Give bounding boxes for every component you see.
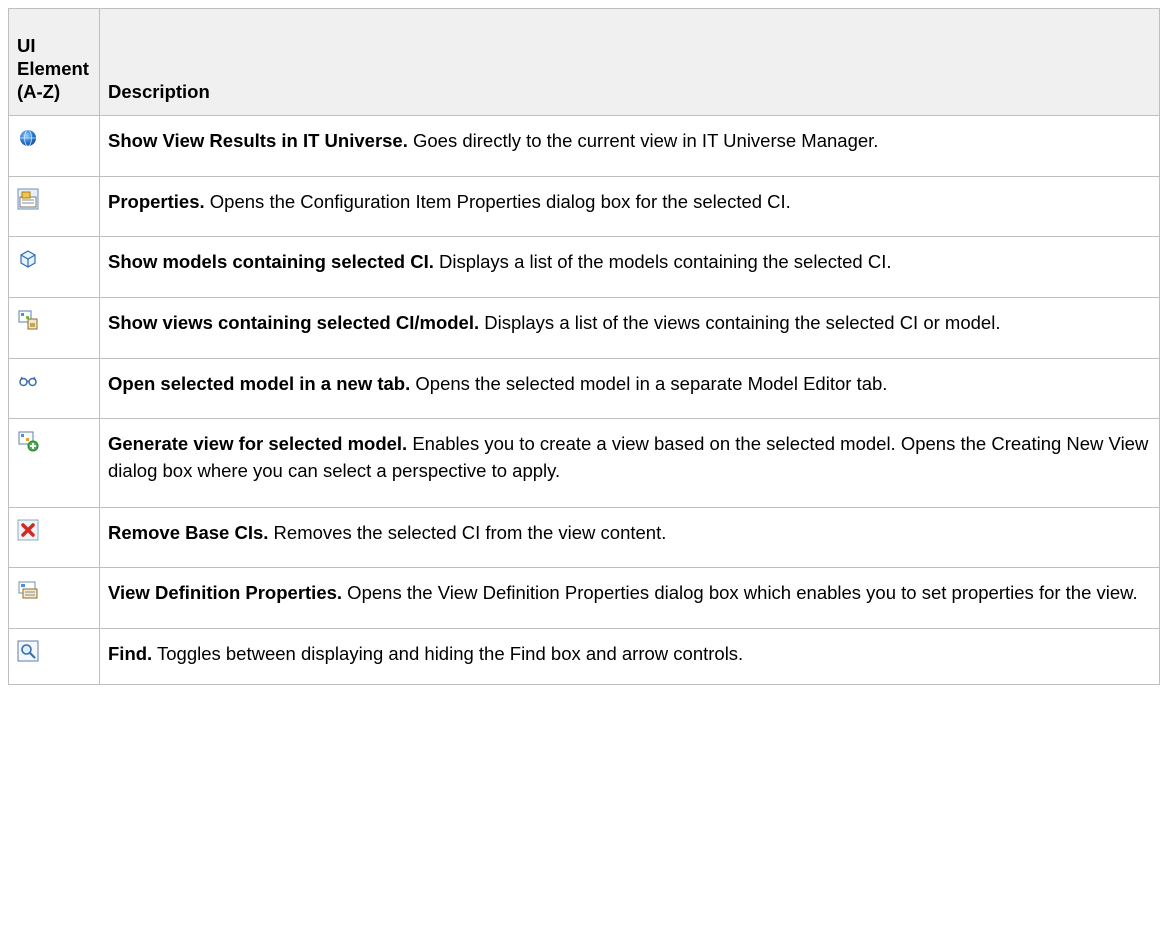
row-name: Remove Base CIs.	[108, 522, 269, 543]
row-name: Show models containing selected CI.	[108, 251, 434, 272]
row-text: Opens the Configuration Item Properties …	[204, 191, 791, 212]
table-row: Open selected model in a new tab. Opens …	[8, 358, 1160, 419]
header-row: UI Element (A-Z) Description	[8, 8, 1160, 116]
remove-icon	[17, 519, 39, 541]
find-icon	[17, 640, 39, 662]
glasses-icon	[17, 370, 39, 392]
row-name: Show View Results in IT Universe.	[108, 130, 408, 151]
row-text: Opens the selected model in a separate M…	[410, 373, 888, 394]
row-text: Displays a list of the views containing …	[479, 312, 1001, 333]
row-text: Toggles between displaying and hiding th…	[152, 643, 744, 664]
row-text: Goes directly to the current view in IT …	[407, 130, 879, 151]
globe-icon	[17, 127, 39, 149]
properties-icon	[17, 188, 39, 210]
row-name: Open selected model in a new tab.	[108, 373, 411, 394]
table-row: Properties. Opens the Configuration Item…	[8, 176, 1160, 237]
view-definition-icon	[17, 579, 39, 601]
views-icon	[17, 309, 39, 331]
header-description: Description	[99, 8, 1160, 116]
row-name: Find.	[108, 643, 153, 664]
generate-view-icon	[17, 430, 39, 452]
table-row: Remove Base CIs. Removes the selected CI…	[8, 507, 1160, 568]
row-text: Opens the View Definition Properties dia…	[342, 582, 1138, 603]
table-row: Generate view for selected model. Enable…	[8, 418, 1160, 508]
table-row: Show models containing selected CI. Disp…	[8, 236, 1160, 298]
table-row: Find. Toggles between displaying and hid…	[8, 628, 1160, 685]
row-text: Removes the selected CI from the view co…	[268, 522, 667, 543]
row-name: Show views containing selected CI/model.	[108, 312, 480, 333]
header-ui-element: UI Element (A-Z)	[8, 8, 100, 116]
table-row: Show View Results in IT Universe. Goes d…	[8, 115, 1160, 177]
table-row: Show views containing selected CI/model.…	[8, 297, 1160, 359]
row-text: Displays a list of the models containing…	[433, 251, 892, 272]
cube-icon	[17, 248, 39, 270]
table-row: View Definition Properties. Opens the Vi…	[8, 567, 1160, 629]
ui-elements-table: UI Element (A-Z) Description Show View R…	[8, 8, 1160, 685]
row-name: Generate view for selected model.	[108, 433, 408, 454]
row-name: View Definition Properties.	[108, 582, 343, 603]
row-name: Properties.	[108, 191, 205, 212]
